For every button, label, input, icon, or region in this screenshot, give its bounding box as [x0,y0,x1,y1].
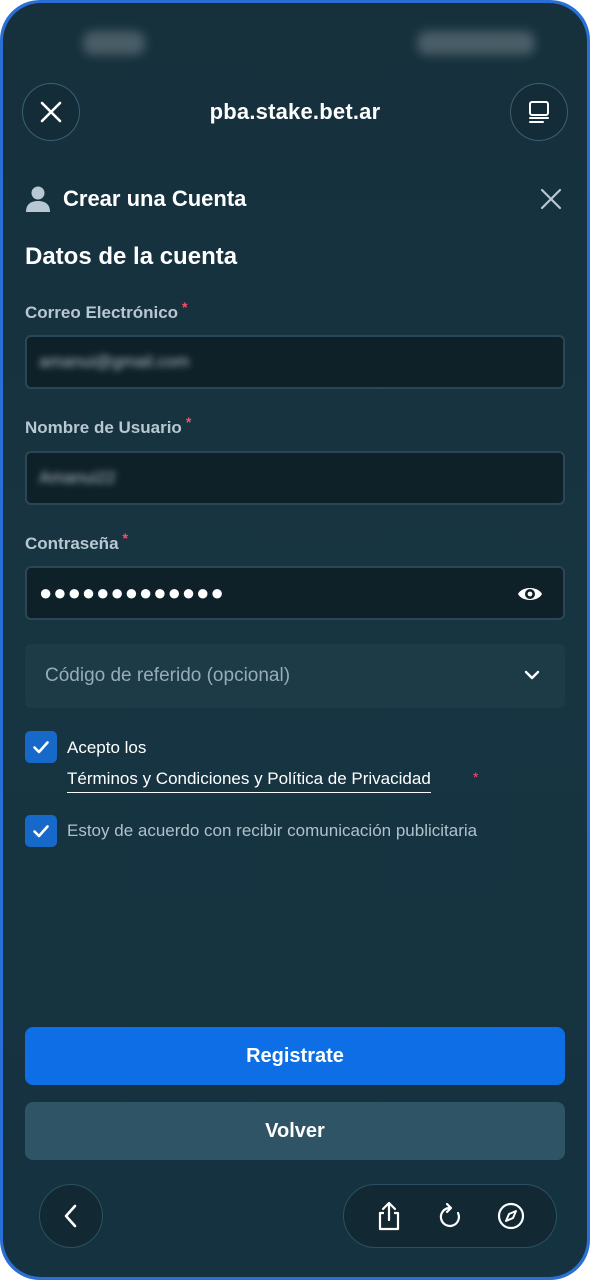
reload-button[interactable] [430,1196,470,1236]
email-label-text: Correo Electrónico [25,303,179,322]
status-icons-blurred [417,31,535,55]
referral-code-dropdown[interactable]: Código de referido (opcional) [25,644,565,708]
modal-title: Crear una Cuenta [63,186,247,211]
share-button[interactable] [369,1196,409,1236]
user-icon [26,186,50,212]
terms-required-mark: * [473,769,479,785]
terms-checkbox[interactable] [25,731,57,763]
required-mark: * [185,414,192,430]
password-label: Contraseña * [25,530,128,554]
required-mark: * [122,530,128,546]
marketing-checkbox[interactable] [25,815,57,847]
screen: pba.stake.bet.ar Crear una Cuenta Datos … [3,3,587,1277]
share-icon [378,1201,399,1231]
password-label-text: Contraseña [25,534,119,553]
tabs-icon [529,101,549,123]
browser-url[interactable]: pba.stake.bet.ar [3,99,587,125]
marketing-label: Estoy de acuerdo con recibir comunicació… [67,821,478,840]
password-field[interactable]: ●●●●●●●●●●●●● [25,566,565,620]
modal-close-button[interactable] [537,185,565,213]
browser-back-button[interactable] [39,1184,103,1248]
chevron-down-icon [524,670,540,680]
status-time-blurred [83,31,145,55]
browser-tabs-button[interactable] [510,83,568,141]
close-icon [540,188,562,210]
compass-icon [498,1202,525,1230]
username-label-text: Nombre de Usuario [25,418,182,437]
device-frame: pba.stake.bet.ar Crear una Cuenta Datos … [0,0,590,1280]
back-button[interactable]: Volver [25,1102,565,1160]
chevron-left-icon [64,1204,77,1228]
referral-placeholder: Código de referido (opcional) [45,665,291,686]
status-bar [3,31,587,61]
email-field[interactable]: amanui@gmail.com [25,335,565,389]
check-icon [33,825,49,838]
email-label: Correo Electrónico * [25,299,188,323]
check-icon [33,741,49,754]
password-value: ●●●●●●●●●●●●● [39,580,225,605]
compass-button[interactable] [491,1196,531,1236]
email-value: amanui@gmail.com [39,352,190,371]
eye-icon[interactable] [517,582,543,606]
reload-icon [439,1202,460,1228]
required-mark: * [182,299,188,315]
terms-link[interactable]: Términos y Condiciones y Política de Pri… [67,769,431,793]
terms-label: Acepto los [67,738,147,757]
username-label: Nombre de Usuario * [25,414,191,438]
section-title: Datos de la cuenta [25,243,238,270]
username-field[interactable]: Amanui22 [25,451,565,505]
browser-toolbar [343,1184,557,1248]
username-value: Amanui22 [39,468,116,487]
register-button[interactable]: Registrate [25,1027,565,1085]
modal-header: Crear una Cuenta [25,183,565,215]
